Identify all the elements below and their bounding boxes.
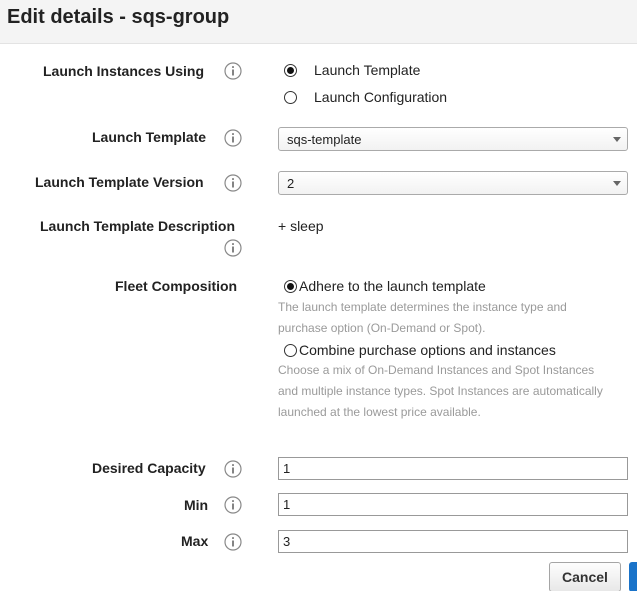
modal-header: Edit details - sqs-group [0,0,637,44]
launch-template-label: Launch Template [92,129,207,145]
chevron-down-icon [613,137,621,142]
save-button[interactable] [629,562,637,591]
help-text: Choose a mix of On-Demand Instances and … [278,363,603,419]
radio-combine-purchase[interactable]: Combine purchase options and instances [284,342,556,358]
launch-template-select[interactable]: sqs-template [278,127,628,151]
select-value: 2 [287,175,295,191]
radio-label: Launch Configuration [314,89,448,105]
radio-button-checked[interactable] [284,63,297,77]
select-value: sqs-template [287,131,362,147]
template-version-select[interactable]: 2 [278,171,628,195]
desired-capacity-input[interactable] [278,457,628,480]
help-text: The launch template determines the insta… [278,300,567,335]
max-input[interactable] [278,530,628,553]
radio-launch-configuration[interactable]: Launch Configuration [284,89,447,105]
cancel-button[interactable]: Cancel [549,562,621,591]
radio-adhere-template[interactable]: Adhere to the launch template [284,278,486,294]
info-icon[interactable] [224,496,242,514]
fleet-composition-label: Fleet Composition [115,278,238,294]
min-input[interactable] [278,493,628,516]
info-icon[interactable] [224,533,242,551]
radio-button[interactable] [284,343,297,357]
info-icon[interactable] [224,174,242,192]
template-version-label: Launch Template Version [35,174,204,190]
launch-using-label: Launch Instances Using [43,63,205,79]
info-icon[interactable] [224,62,242,80]
chevron-down-icon [613,181,621,186]
radio-label: Adhere to the launch template [299,278,486,294]
info-icon[interactable] [224,239,242,257]
radio-button[interactable] [284,90,297,104]
min-label: Min [184,497,209,513]
info-icon[interactable] [224,129,242,147]
info-icon[interactable] [224,460,242,478]
page-title: Edit details - sqs-group [7,6,230,28]
max-label: Max [181,533,209,549]
template-description-label: Launch Template Description [40,218,235,234]
radio-button-checked[interactable] [284,279,297,293]
radio-launch-template[interactable]: Launch Template [284,62,420,78]
radio-label: Launch Template [314,62,421,78]
desired-capacity-label: Desired Capacity [92,460,206,476]
template-description-value: + sleep [278,218,324,234]
radio-label: Combine purchase options and instances [299,342,556,358]
